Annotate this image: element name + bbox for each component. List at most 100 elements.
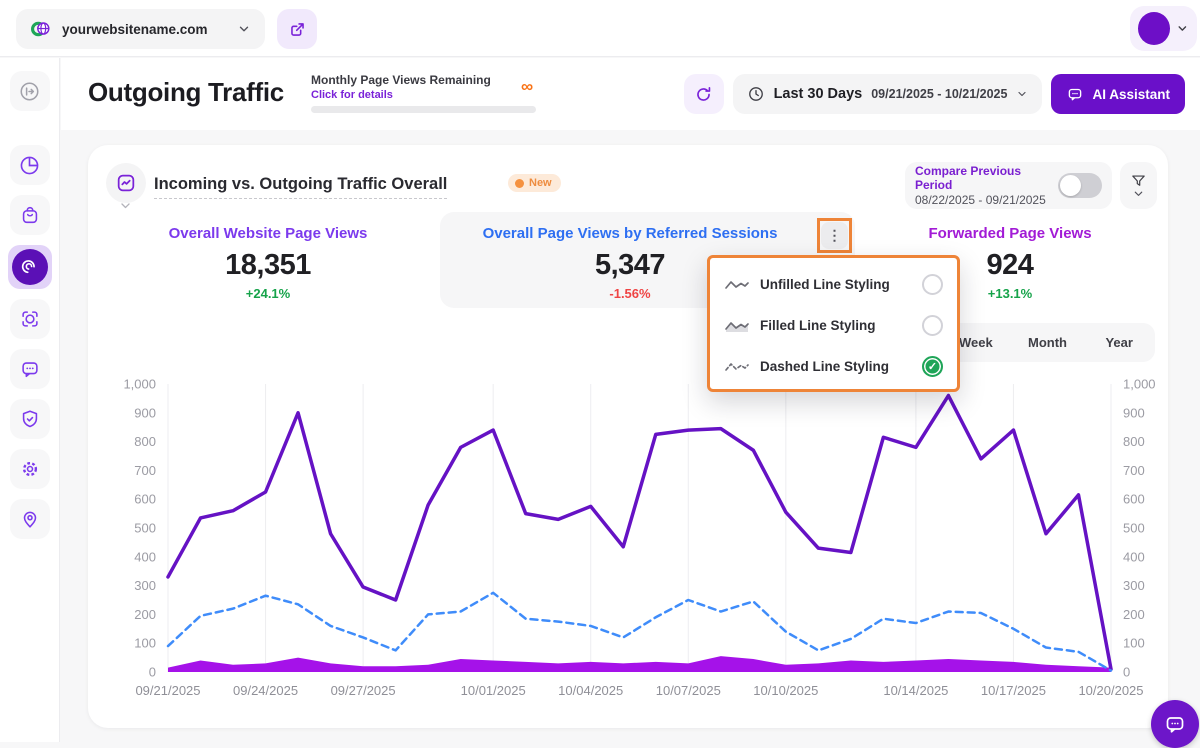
metric-overall-page-views: Overall Website Page Views 18,351 +24.1%: [118, 225, 418, 301]
gear-icon: [19, 458, 41, 480]
menu-item-unfilled-line[interactable]: Unfilled Line Styling: [710, 264, 957, 305]
menu-item-dashed-line[interactable]: Dashed Line Styling: [710, 346, 957, 387]
compare-label: Compare Previous Period: [915, 164, 1050, 192]
svg-text:700: 700: [134, 463, 156, 478]
range-tabs: Week Month Year: [940, 323, 1155, 362]
menu-item-label: Dashed Line Styling: [760, 359, 912, 374]
radio-unfilled[interactable]: [922, 274, 943, 295]
refresh-button[interactable]: [684, 74, 724, 114]
metric-label: Forwarded Page Views: [860, 225, 1160, 242]
svg-text:1,000: 1,000: [1123, 377, 1156, 392]
unfilled-line-icon: [724, 277, 750, 293]
svg-text:600: 600: [134, 492, 156, 507]
traffic-card: Incoming vs. Outgoing Traffic Overall Ne…: [88, 145, 1168, 728]
metric-label: Overall Website Page Views: [118, 225, 418, 242]
radio-dashed[interactable]: [922, 356, 943, 377]
quota-block: Monthly Page Views Remaining Click for d…: [311, 73, 541, 101]
svg-text:400: 400: [1123, 549, 1145, 564]
compare-toggle[interactable]: [1058, 173, 1102, 198]
svg-text:900: 900: [1123, 405, 1145, 420]
svg-text:0: 0: [1123, 665, 1130, 680]
svg-text:600: 600: [1123, 492, 1145, 507]
chart-options-kebab-button[interactable]: ⋮: [821, 222, 848, 249]
sidebar-item-store[interactable]: [10, 195, 50, 235]
quota-progress-bar: [311, 106, 536, 113]
tab-month[interactable]: Month: [1012, 335, 1084, 350]
date-range-value: 09/21/2025 - 10/21/2025: [871, 87, 1007, 101]
sidebar-item-security[interactable]: [10, 399, 50, 439]
compare-text: Compare Previous Period 08/22/2025 - 09/…: [915, 164, 1050, 207]
card-widget-button[interactable]: [106, 163, 146, 203]
tab-year[interactable]: Year: [1083, 335, 1155, 350]
support-chat-fab[interactable]: [1151, 700, 1199, 748]
pie-chart-icon: [18, 154, 41, 177]
open-site-button[interactable]: [277, 9, 317, 49]
date-range-selector[interactable]: Last 30 Days 09/21/2025 - 10/21/2025: [733, 74, 1043, 114]
line-chart-icon: [115, 172, 137, 194]
svg-text:1,000: 1,000: [123, 377, 156, 392]
site-selector[interactable]: yourwebsitename.com: [16, 9, 265, 49]
radio-filled[interactable]: [922, 315, 943, 336]
svg-text:10/07/2025: 10/07/2025: [656, 683, 721, 698]
new-badge-label: New: [529, 177, 552, 189]
funnel-icon: [1130, 173, 1147, 189]
chat-bubble-icon: [19, 358, 41, 380]
svg-text:200: 200: [1123, 607, 1145, 622]
clock-icon: [747, 85, 765, 103]
svg-text:500: 500: [134, 521, 156, 536]
sidebar-collapse-button[interactable]: [10, 71, 50, 111]
sidebar-item-analytics[interactable]: [10, 145, 50, 185]
svg-text:500: 500: [1123, 521, 1145, 536]
svg-text:10/20/2025: 10/20/2025: [1078, 683, 1143, 698]
sidebar-nav: [0, 58, 60, 742]
ai-assistant-button[interactable]: AI Assistant: [1051, 74, 1185, 114]
line-style-menu: Unfilled Line Styling Filled Line Stylin…: [707, 255, 960, 392]
svg-text:10/10/2025: 10/10/2025: [753, 683, 818, 698]
collapse-arrow-icon: [18, 80, 41, 103]
toggle-knob: [1060, 175, 1081, 196]
svg-text:10/01/2025: 10/01/2025: [461, 683, 526, 698]
badge-dot-icon: [515, 179, 524, 188]
svg-text:800: 800: [134, 434, 156, 449]
quota-label: Monthly Page Views Remaining: [311, 73, 541, 87]
svg-text:09/21/2025: 09/21/2025: [135, 683, 200, 698]
account-menu[interactable]: [1130, 6, 1197, 51]
svg-text:100: 100: [134, 636, 156, 651]
chevron-down-icon: [1133, 190, 1144, 198]
ai-assistant-label: AI Assistant: [1092, 87, 1170, 102]
svg-text:400: 400: [134, 549, 156, 564]
header-controls: Last 30 Days 09/21/2025 - 10/21/2025 AI …: [684, 74, 1185, 114]
sidebar-item-outgoing-traffic-active[interactable]: [8, 245, 52, 289]
svg-text:0: 0: [149, 665, 156, 680]
page-title: Outgoing Traffic: [88, 77, 284, 108]
avatar: [1138, 12, 1170, 45]
svg-text:09/24/2025: 09/24/2025: [233, 683, 298, 698]
location-pin-icon: [19, 508, 41, 530]
new-badge: New: [508, 174, 561, 192]
chevron-down-icon: [119, 201, 132, 211]
quota-details-link[interactable]: Click for details: [311, 89, 541, 101]
refresh-icon: [694, 85, 713, 104]
sidebar-item-messages[interactable]: [10, 349, 50, 389]
sidebar-item-locations[interactable]: [10, 499, 50, 539]
menu-item-filled-line[interactable]: Filled Line Styling: [710, 305, 957, 346]
ai-chat-icon: [1066, 85, 1084, 103]
sidebar-item-sessions[interactable]: [10, 299, 50, 339]
metric-label: Overall Page Views by Referred Sessions: [440, 225, 820, 242]
kebab-highlight-box: ⋮: [817, 218, 852, 253]
svg-text:09/27/2025: 09/27/2025: [331, 683, 396, 698]
filled-line-icon: [724, 318, 750, 334]
svg-text:10/14/2025: 10/14/2025: [883, 683, 948, 698]
svg-text:100: 100: [1123, 636, 1145, 651]
svg-text:700: 700: [1123, 463, 1145, 478]
shield-check-icon: [19, 408, 41, 430]
date-preset-label: Last 30 Days: [774, 86, 863, 102]
infinity-symbol: ∞: [521, 77, 533, 97]
sidebar-item-settings[interactable]: [10, 449, 50, 489]
svg-text:800: 800: [1123, 434, 1145, 449]
filter-button[interactable]: [1120, 162, 1157, 209]
shopping-bag-icon: [19, 204, 41, 226]
site-name: yourwebsitename.com: [62, 22, 227, 37]
traffic-swirl-icon: [19, 257, 40, 278]
metric-value: 18,351: [118, 249, 418, 282]
